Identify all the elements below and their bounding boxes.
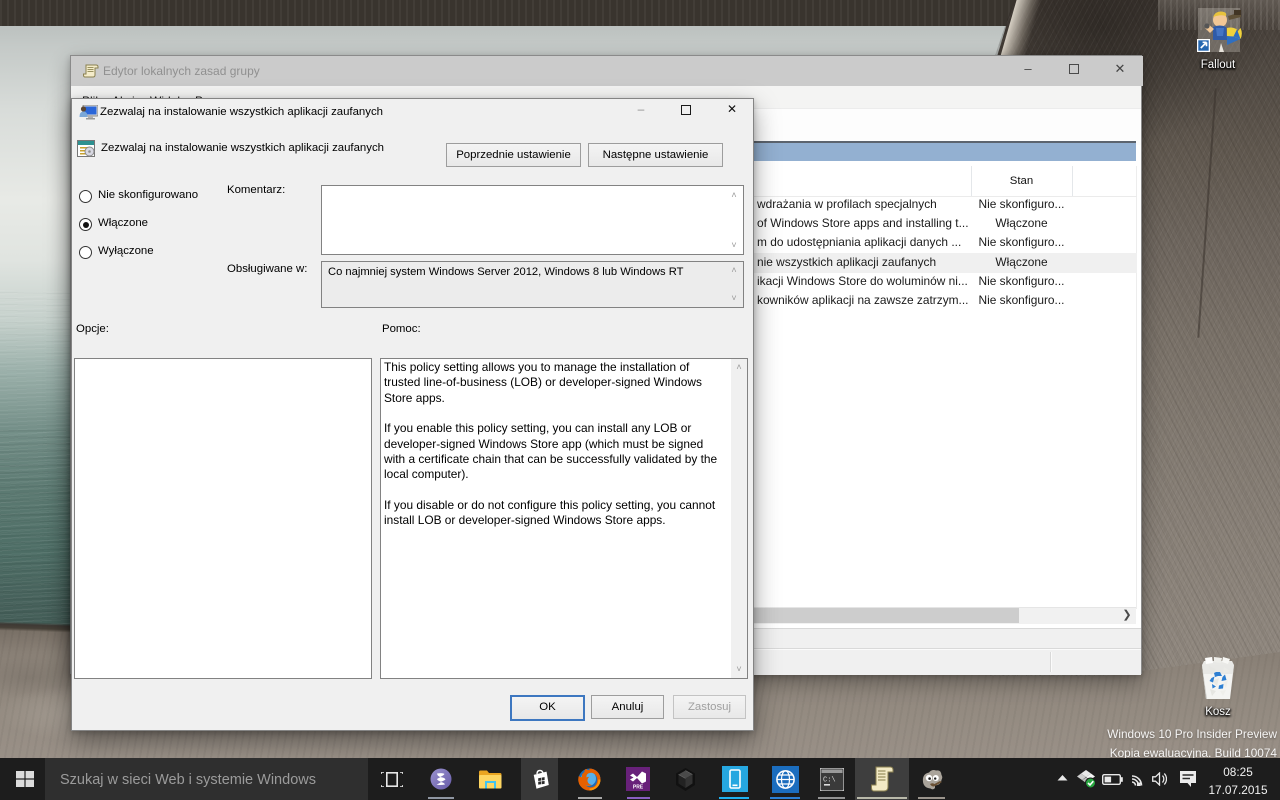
- svg-text:C:\: C:\: [823, 777, 836, 785]
- svg-text:PRE: PRE: [633, 785, 644, 791]
